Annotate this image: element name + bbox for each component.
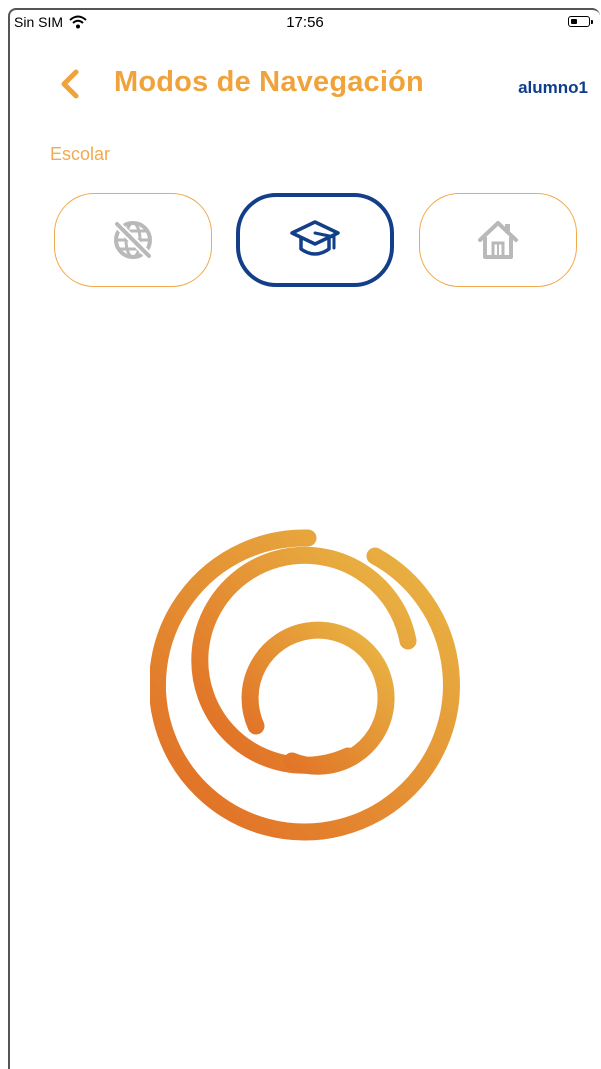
app-logo (150, 529, 460, 841)
mode-button-escolar[interactable] (236, 193, 394, 287)
battery-icon (568, 16, 593, 27)
mode-selector (54, 193, 577, 289)
mode-button-no-internet[interactable] (54, 193, 212, 287)
nav-bar: Modos de Navegación alumno1 (10, 54, 600, 110)
back-button[interactable] (54, 64, 86, 104)
device-screen: Sin SIM 17:56 Modos de Navegación alumno… (8, 8, 600, 1069)
mode-button-casa[interactable] (419, 193, 577, 287)
current-mode-label: Escolar (50, 144, 111, 164)
user-name[interactable]: alumno1 (518, 78, 588, 98)
status-time: 17:56 (286, 14, 324, 31)
status-bar: Sin SIM 17:56 (10, 10, 600, 36)
home-icon (478, 221, 518, 259)
page-title: Modos de Navegación (114, 66, 424, 98)
chevron-left-icon (61, 69, 79, 99)
graduation-cap-icon (290, 220, 340, 256)
no-internet-globe-icon (114, 221, 152, 259)
